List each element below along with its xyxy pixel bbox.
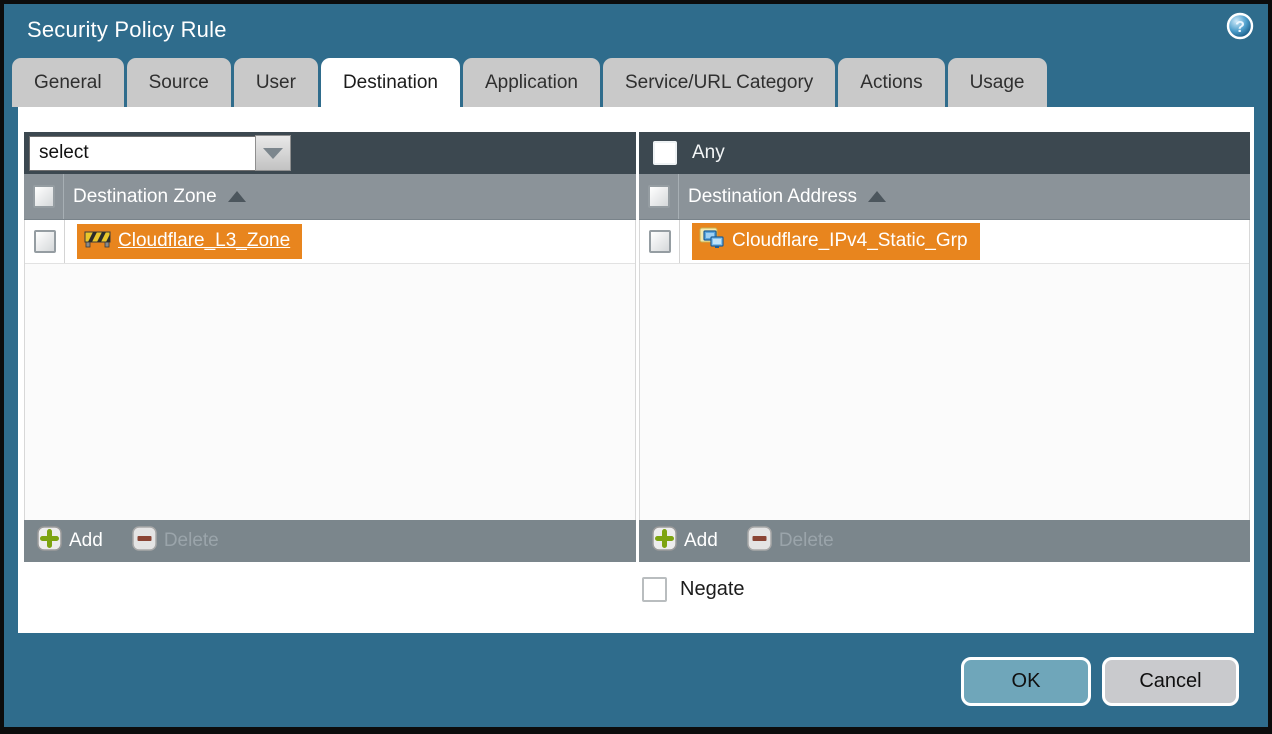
any-bar: Any	[639, 132, 1250, 174]
cancel-button[interactable]: Cancel	[1102, 657, 1239, 706]
zone-rows-area: Cloudflare_L3_Zone	[24, 220, 636, 520]
tab-destination[interactable]: Destination	[321, 58, 460, 107]
help-icon[interactable]: ?	[1226, 12, 1254, 40]
svg-text:?: ?	[1235, 19, 1245, 36]
table-row: Cloudflare_IPv4_Static_Grp	[640, 220, 1249, 264]
add-button-label: Add	[684, 530, 718, 552]
zone-toolbar: Add Delete	[24, 520, 636, 562]
any-row: Any	[644, 141, 725, 165]
any-label: Any	[692, 142, 725, 164]
add-button-label: Add	[69, 530, 103, 552]
tab-source[interactable]: Source	[127, 58, 231, 107]
zone-select-input[interactable]	[29, 136, 255, 171]
address-select-all-cell	[639, 174, 679, 219]
delete-icon	[132, 526, 157, 556]
address-object-label: Cloudflare_IPv4_Static_Grp	[732, 230, 968, 252]
tab-service-url-category[interactable]: Service/URL Category	[603, 58, 835, 107]
add-button[interactable]: Add	[652, 526, 718, 556]
address-row-main: Cloudflare_IPv4_Static_Grp	[680, 220, 1249, 263]
tab-application[interactable]: Application	[463, 58, 600, 107]
sort-ascending-icon[interactable]	[868, 191, 886, 202]
negate-checkbox[interactable]	[642, 577, 667, 602]
zone-select-all-cell	[24, 174, 64, 219]
sort-ascending-icon[interactable]	[228, 191, 246, 202]
address-group-icon	[699, 227, 725, 255]
tab-actions[interactable]: Actions	[838, 58, 944, 107]
zone-row-checkbox-cell	[25, 220, 65, 263]
any-checkbox[interactable]	[653, 141, 677, 165]
zone-object-label: Cloudflare_L3_Zone	[118, 230, 290, 252]
zone-object-link[interactable]: Cloudflare_L3_Zone	[77, 224, 302, 259]
dialog-title: Security Policy Rule	[27, 17, 227, 43]
zone-icon	[84, 228, 111, 254]
delete-button[interactable]: Delete	[747, 526, 834, 556]
zone-select-bar	[24, 132, 636, 174]
negate-label: Negate	[680, 578, 745, 601]
tab-bar: General Source User Destination Applicat…	[12, 58, 1047, 107]
address-object-link[interactable]: Cloudflare_IPv4_Static_Grp	[692, 223, 980, 260]
zone-row-main: Cloudflare_L3_Zone	[65, 220, 635, 263]
address-column-title[interactable]: Destination Address	[688, 186, 857, 208]
delete-button-label: Delete	[164, 530, 219, 552]
ok-button[interactable]: OK	[961, 657, 1091, 706]
delete-button-label: Delete	[779, 530, 834, 552]
add-icon	[652, 526, 677, 556]
address-select-all-checkbox[interactable]	[648, 185, 670, 208]
zone-select-all-checkbox[interactable]	[33, 185, 55, 208]
address-row-checkbox[interactable]	[649, 230, 671, 253]
destination-address-panel: Any Destination Address	[639, 132, 1250, 562]
zone-select-dropdown-button[interactable]	[255, 135, 291, 171]
delete-button[interactable]: Delete	[132, 526, 219, 556]
title-bar: Security Policy Rule ?	[4, 4, 1268, 60]
tab-user[interactable]: User	[234, 58, 318, 107]
zone-row-checkbox[interactable]	[34, 230, 56, 253]
zone-column-header: Destination Zone	[24, 174, 636, 220]
address-column-header: Destination Address	[639, 174, 1250, 220]
add-icon	[37, 526, 62, 556]
address-rows-area: Cloudflare_IPv4_Static_Grp	[639, 220, 1250, 520]
negate-row: Negate	[642, 577, 745, 602]
add-button[interactable]: Add	[37, 526, 103, 556]
destination-tab-content: Destination Zone	[18, 107, 1254, 633]
tab-usage[interactable]: Usage	[948, 58, 1047, 107]
destination-zone-panel: Destination Zone	[24, 132, 636, 562]
address-toolbar: Add Delete	[639, 520, 1250, 562]
delete-icon	[747, 526, 772, 556]
zone-select	[29, 135, 291, 171]
address-row-checkbox-cell	[640, 220, 680, 263]
chevron-down-icon	[263, 148, 283, 159]
zone-column-title[interactable]: Destination Zone	[73, 186, 217, 208]
tab-general[interactable]: General	[12, 58, 124, 107]
table-row: Cloudflare_L3_Zone	[25, 220, 635, 264]
security-policy-rule-dialog: Security Policy Rule ? General Source Us…	[0, 0, 1272, 734]
